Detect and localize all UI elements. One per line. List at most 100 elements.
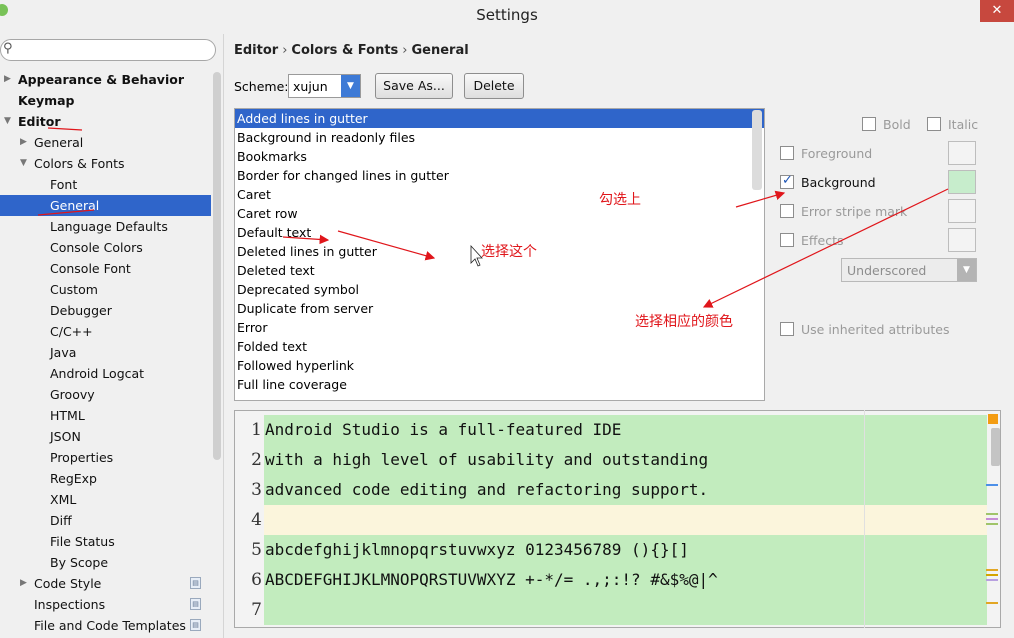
sidebar-item-label: Editor: [18, 114, 61, 129]
chevron-down-icon[interactable]: ▼: [341, 75, 360, 97]
sidebar-item-language-defaults[interactable]: Language Defaults: [0, 216, 211, 237]
line-number: 1: [235, 415, 264, 445]
code-text: with a high level of usability and outst…: [264, 445, 987, 475]
sidebar-item-label: Properties: [50, 450, 114, 465]
effect-type-select[interactable]: Underscored ▼: [841, 258, 977, 282]
sidebar-item-label: Colors & Fonts: [34, 156, 125, 171]
breadcrumb-colors-fonts: Colors & Fonts: [291, 43, 399, 58]
expanded-arrow-icon[interactable]: ▼: [4, 111, 14, 132]
sidebar-scrollbar[interactable]: [213, 72, 221, 460]
sidebar-item-label: Console Font: [50, 261, 131, 276]
foreground-color-swatch[interactable]: [948, 141, 976, 165]
error-stripe-color-swatch[interactable]: [948, 199, 976, 223]
chevron-down-icon[interactable]: ▼: [957, 259, 976, 281]
sidebar-item-keymap[interactable]: Keymap: [0, 90, 211, 111]
sidebar-item-editor[interactable]: ▼ Editor: [0, 111, 211, 132]
sidebar-item-label: Groovy: [50, 387, 95, 402]
sidebar-item-html[interactable]: HTML: [0, 405, 211, 426]
code-line: 6 ABCDEFGHIJKLMNOPQRSTUVWXYZ +-*/= .,;:!?…: [235, 565, 987, 595]
collapsed-arrow-icon[interactable]: ▶: [20, 573, 30, 594]
title-bar: Settings ✕: [0, 0, 1014, 32]
sidebar-item-label: C/C++: [50, 324, 93, 339]
foreground-checkbox[interactable]: [780, 146, 794, 160]
collapsed-arrow-icon[interactable]: ▶: [4, 69, 14, 90]
collapsed-arrow-icon[interactable]: ▶: [20, 132, 30, 153]
inherited-attributes-checkbox[interactable]: [780, 322, 794, 336]
sidebar-item-debugger[interactable]: Debugger: [0, 300, 211, 321]
sidebar-item-by-scope[interactable]: By Scope: [0, 552, 211, 573]
effects-label: Effects: [801, 233, 844, 248]
sidebar-item-java[interactable]: Java: [0, 342, 211, 363]
sidebar-item-label: Java: [50, 345, 77, 360]
foreground-label: Foreground: [801, 146, 873, 161]
list-item[interactable]: Full line coverage: [235, 375, 764, 394]
sidebar-item-general[interactable]: ▶ General: [0, 132, 211, 153]
delete-button[interactable]: Delete: [464, 73, 524, 99]
code-line: 7: [235, 595, 987, 625]
sidebar-item-label: File Status: [50, 534, 115, 549]
expanded-arrow-icon[interactable]: ▼: [20, 153, 30, 174]
sidebar-item-xml[interactable]: XML: [0, 489, 211, 510]
breadcrumb-separator: ›: [402, 43, 408, 58]
sidebar-item-appearance-behavior[interactable]: ▶ Appearance & Behavior: [0, 69, 211, 90]
list-item[interactable]: Folded text: [235, 337, 764, 356]
sidebar-item-file-and-code-templates[interactable]: File and Code Templates ▤: [0, 615, 211, 636]
preview-scrollbar[interactable]: [991, 428, 1000, 466]
list-item[interactable]: Background in readonly files: [235, 128, 764, 147]
save-as-button[interactable]: Save As...: [375, 73, 453, 99]
sidebar-item-regexp[interactable]: RegExp: [0, 468, 211, 489]
list-item[interactable]: Border for changed lines in gutter: [235, 166, 764, 185]
sidebar-item-colors-fonts[interactable]: ▼ Colors & Fonts: [0, 153, 211, 174]
sidebar-item-c-c-[interactable]: C/C++: [0, 321, 211, 342]
sidebar-item-custom[interactable]: Custom: [0, 279, 211, 300]
background-color-swatch[interactable]: [948, 170, 976, 194]
italic-checkbox[interactable]: [927, 117, 941, 131]
list-item[interactable]: Added lines in gutter: [235, 109, 764, 128]
stripe-marker: [986, 523, 998, 525]
sidebar-item-inspections[interactable]: Inspections ▤: [0, 594, 211, 615]
settings-window: Settings ✕ ⚲ ▶ Appearance & Behavior Keyma…: [0, 0, 1014, 638]
sidebar-item-groovy[interactable]: Groovy: [0, 384, 211, 405]
effects-checkbox[interactable]: [780, 233, 794, 247]
error-stripe-label: Error stripe mark: [801, 204, 908, 219]
sidebar-item-code-style[interactable]: ▶ Code Style ▤: [0, 573, 211, 594]
list-item[interactable]: Caret row: [235, 204, 764, 223]
list-item[interactable]: Bookmarks: [235, 147, 764, 166]
sidebar-item-font[interactable]: Font: [0, 174, 211, 195]
list-item[interactable]: Deprecated symbol: [235, 280, 764, 299]
list-item[interactable]: Caret: [235, 185, 764, 204]
search-input[interactable]: ⚲: [0, 39, 216, 61]
error-stripe-indicator: [988, 414, 998, 424]
list-item[interactable]: Deleted text: [235, 261, 764, 280]
code-text: [264, 505, 987, 535]
sidebar-item-console-font[interactable]: Console Font: [0, 258, 211, 279]
sidebar-item-properties[interactable]: Properties: [0, 447, 211, 468]
breadcrumb-editor: Editor: [234, 43, 279, 58]
sidebar-item-label: By Scope: [50, 555, 109, 570]
sidebar-item-android-logcat[interactable]: Android Logcat: [0, 363, 211, 384]
code-line: 4: [235, 505, 987, 535]
sidebar-item-diff[interactable]: Diff: [0, 510, 211, 531]
right-margin-guide: [864, 410, 865, 628]
error-stripe-checkbox[interactable]: [780, 204, 794, 218]
close-button[interactable]: ✕: [980, 0, 1014, 22]
stripe-marker: [986, 569, 998, 571]
sidebar-item-label: RegExp: [50, 471, 97, 486]
sidebar-item-file-status[interactable]: File Status: [0, 531, 211, 552]
background-checkbox[interactable]: [780, 173, 794, 189]
bold-checkbox[interactable]: [862, 117, 876, 131]
scheme-select[interactable]: xujun ▼: [288, 74, 361, 98]
sidebar-item-json[interactable]: JSON: [0, 426, 211, 447]
list-item[interactable]: Default text: [235, 223, 764, 242]
color-preview-editor[interactable]: 1 Android Studio is a full-featured IDE 2 w…: [234, 410, 1001, 628]
attribute-list-scrollbar[interactable]: [752, 110, 762, 190]
sidebar-item-label: Inspections: [34, 597, 106, 612]
stripe-marker: [986, 574, 998, 576]
sidebar-item-console-colors[interactable]: Console Colors: [0, 237, 211, 258]
effect-type-value: Underscored: [847, 263, 927, 278]
list-item[interactable]: Followed hyperlink: [235, 356, 764, 375]
effects-color-swatch[interactable]: [948, 228, 976, 252]
sidebar-item-label: Debugger: [50, 303, 112, 318]
sidebar-item-general[interactable]: General: [0, 195, 211, 216]
project-scope-icon: ▤: [190, 619, 201, 631]
